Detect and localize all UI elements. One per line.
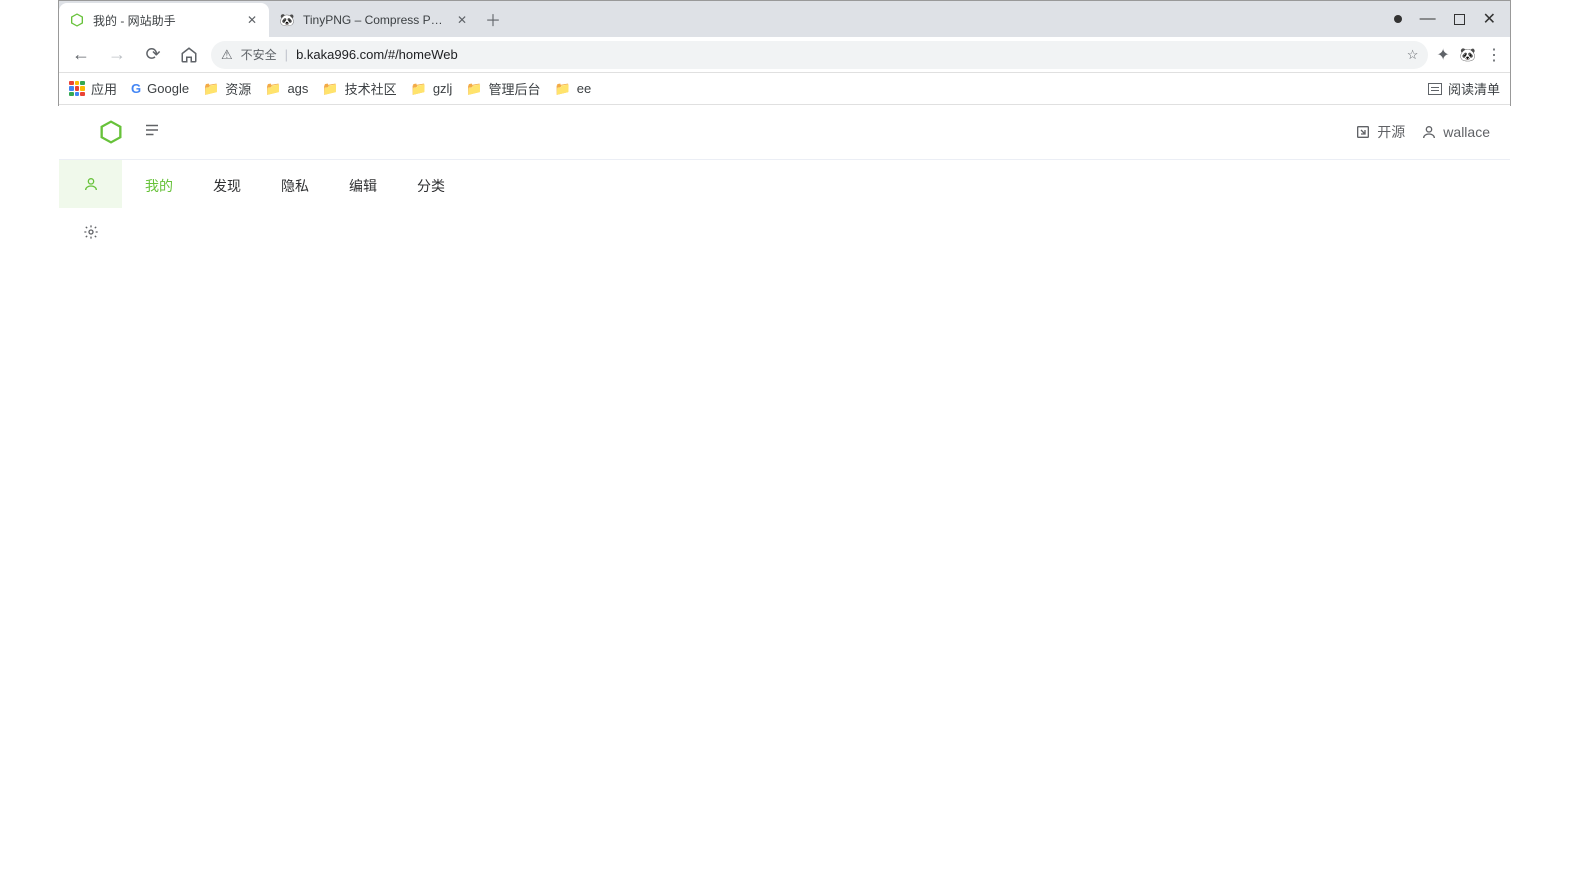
tab-edit[interactable]: 编辑	[347, 176, 379, 192]
security-label: 不安全	[241, 46, 277, 63]
cube-favicon-icon	[69, 12, 85, 28]
apps-label: 应用	[91, 79, 117, 98]
bookmark-folder[interactable]: 📁 ags	[265, 81, 308, 97]
apps-icon	[69, 81, 85, 97]
browser-tab-0[interactable]: 我的 - 网站助手 ✕	[59, 3, 269, 37]
browser-tab-1[interactable]: 🐼 TinyPNG – Compress PNG ima... ✕	[269, 3, 479, 37]
close-icon[interactable]: ✕	[455, 13, 469, 27]
tab-privacy[interactable]: 隐私	[279, 176, 311, 192]
bookmark-google[interactable]: G Google	[131, 81, 189, 96]
app-logo[interactable]	[79, 118, 143, 146]
panda-favicon-icon: 🐼	[279, 12, 295, 28]
bookmark-folder[interactable]: 📁 资源	[203, 79, 251, 98]
reload-button[interactable]: ⟳	[139, 41, 167, 69]
warning-icon: ⚠	[221, 47, 233, 63]
tab-discover[interactable]: 发现	[211, 176, 243, 192]
folder-icon: 📁	[466, 81, 482, 97]
content-tabs: 我的 发现 隐私 编辑 分类	[143, 176, 1490, 192]
close-icon[interactable]: ✕	[245, 13, 259, 27]
maximize-icon[interactable]	[1454, 14, 1465, 25]
extensions-icon[interactable]: ✦	[1436, 45, 1449, 65]
app-content: 我的 发现 隐私 编辑 分类 搜一搜 百度一下 热门搜索： javascript…	[123, 160, 1510, 192]
bookmark-label: 技术社区	[345, 79, 397, 98]
close-window-icon[interactable]: ✕	[1483, 9, 1496, 29]
back-button[interactable]: ←	[67, 41, 95, 69]
url-toolbar: ← → ⟳ ⚠ 不安全 | b.kaka996.com/#/homeWeb ☆ …	[59, 37, 1510, 73]
sidebar-item-profile[interactable]	[59, 160, 122, 208]
user-menu[interactable]: wallace	[1421, 124, 1490, 140]
home-button[interactable]	[175, 41, 203, 69]
menu-icon[interactable]: ⋮	[1486, 45, 1502, 65]
star-icon[interactable]: ☆	[1407, 47, 1419, 63]
bookmark-folder[interactable]: 📁 管理后台	[466, 79, 540, 98]
app-header: 开源 wallace	[59, 105, 1510, 160]
sidebar-toggle-button[interactable]	[143, 121, 161, 144]
account-icon[interactable]	[1394, 15, 1402, 23]
folder-icon: 📁	[203, 81, 219, 97]
google-icon: G	[131, 81, 141, 96]
bookmark-label: Google	[147, 81, 189, 96]
reading-list-label: 阅读清单	[1448, 79, 1500, 98]
open-source-label: 开源	[1377, 122, 1405, 142]
bookmark-folder[interactable]: 📁 ee	[555, 81, 592, 97]
reading-list-button[interactable]: 阅读清单	[1428, 79, 1500, 98]
bookmark-label: ee	[577, 81, 591, 96]
cube-logo-icon	[97, 118, 125, 146]
user-icon	[83, 176, 99, 192]
user-name: wallace	[1443, 124, 1490, 140]
tab-mine[interactable]: 我的	[143, 176, 175, 192]
folder-icon: 📁	[322, 81, 338, 97]
bookmark-folder[interactable]: 📁 gzlj	[411, 81, 453, 97]
folder-icon: 📁	[265, 81, 281, 97]
tab-title: 我的 - 网站助手	[93, 12, 237, 29]
browser-titlebar: 我的 - 网站助手 ✕ 🐼 TinyPNG – Compress PNG ima…	[59, 1, 1510, 37]
forward-button[interactable]: →	[103, 41, 131, 69]
bookmark-label: gzlj	[433, 81, 453, 96]
new-tab-button[interactable]: ＋	[479, 1, 507, 37]
bookmark-label: 资源	[225, 79, 251, 98]
list-icon	[1428, 83, 1442, 95]
panda-extension-icon[interactable]: 🐼	[1460, 47, 1476, 63]
bookmark-folder[interactable]: 📁 技术社区	[322, 79, 396, 98]
address-bar[interactable]: ⚠ 不安全 | b.kaka996.com/#/homeWeb ☆	[211, 41, 1428, 69]
bookmarks-bar: 应用 G Google 📁 资源 📁 ags 📁 技术社区 📁 gzlj 📁 管理后台 📁 e…	[59, 73, 1510, 105]
external-icon	[1355, 124, 1371, 140]
sidebar-item-settings[interactable]	[59, 208, 122, 256]
url-text: b.kaka996.com/#/homeWeb	[296, 47, 1399, 62]
tab-category[interactable]: 分类	[415, 176, 447, 192]
bookmark-label: 管理后台	[489, 79, 541, 98]
minimize-icon[interactable]: —	[1420, 10, 1436, 28]
open-source-link[interactable]: 开源	[1355, 122, 1405, 142]
tab-title: TinyPNG – Compress PNG ima...	[303, 13, 447, 27]
apps-button[interactable]: 应用	[69, 79, 117, 98]
folder-icon: 📁	[411, 81, 427, 97]
gear-icon	[83, 224, 99, 240]
user-icon	[1421, 124, 1437, 140]
bookmark-label: ags	[287, 81, 308, 96]
folder-icon: 📁	[555, 81, 571, 97]
